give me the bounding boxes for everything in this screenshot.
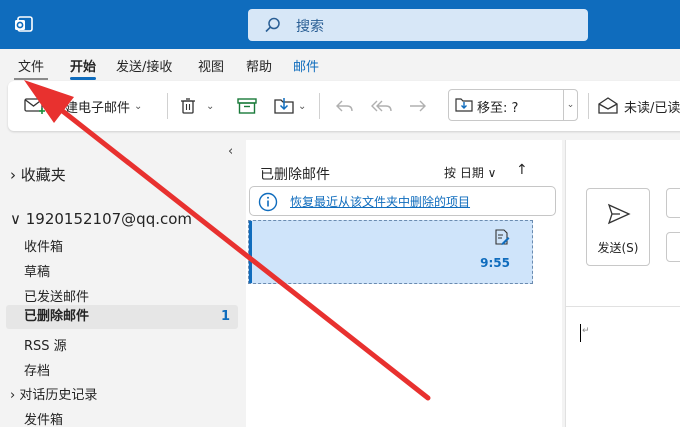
search-box[interactable]: 搜索 — [248, 9, 588, 41]
ribbon-divider — [167, 93, 168, 119]
list-title: 已删除邮件 — [260, 167, 330, 183]
sort-by-date-button[interactable]: 按 日期 ∨ — [444, 164, 496, 181]
list-item[interactable]: 9:55 — [248, 220, 533, 284]
favorites-header[interactable]: › 收藏夹 — [10, 164, 66, 185]
reply-icon — [336, 100, 353, 112]
compose-divider — [566, 306, 680, 307]
move-to-folder-icon — [455, 98, 473, 112]
new-mail-icon — [24, 98, 45, 114]
archive-icon — [237, 98, 257, 114]
move-to-dropdown[interactable]: 移至: ? ⌄ — [448, 89, 578, 121]
ribbon-divider — [588, 93, 589, 119]
message-time: 9:55 — [480, 256, 510, 270]
send-icon — [607, 203, 631, 225]
forward-button[interactable] — [408, 81, 428, 131]
new-mail-label: 新建电子邮件 — [52, 100, 131, 116]
account-label: 1920152107@qq.com — [25, 210, 193, 228]
reply-all-button[interactable] — [370, 81, 392, 131]
chevron-down-icon[interactable]: ⌄ — [298, 101, 306, 112]
move-to-label: 移至: ? — [477, 101, 519, 116]
folder-drafts[interactable]: 草稿 — [24, 261, 50, 280]
favorites-label: 收藏夹 — [20, 166, 66, 184]
unread-count-badge: 1 — [220, 309, 230, 324]
folder-outbox[interactable]: 发件箱 — [24, 409, 63, 427]
cc-button[interactable] — [666, 232, 680, 262]
paragraph-mark-icon: ↵ — [582, 326, 590, 336]
move-folder-icon — [274, 98, 294, 114]
recover-items-link[interactable]: 恢复最近从该文件夹中删除的项目 — [290, 193, 470, 210]
new-mail-button[interactable]: 新建电子邮件 ⌄ — [24, 81, 142, 131]
menu-file[interactable]: 文件 — [13, 56, 49, 80]
unread-read-label: 未读/已读 — [624, 100, 680, 116]
message-list: 已删除邮件 按 日期 ∨ ↑ 恢复最近从该文件夹中删除的项目 9:55 — [246, 140, 562, 427]
archive-button[interactable] — [237, 81, 257, 131]
chevron-down-icon[interactable]: ⌄ — [563, 90, 577, 120]
draft-edit-icon — [495, 229, 510, 245]
chevron-down-icon[interactable]: ⌄ — [206, 101, 214, 112]
reply-button[interactable] — [334, 81, 354, 131]
menu-mail[interactable]: 邮件 — [293, 56, 319, 75]
collapse-pane-icon[interactable]: ‹ — [228, 144, 233, 159]
selection-indicator — [249, 221, 252, 283]
ribbon-divider — [319, 93, 320, 119]
menu-view[interactable]: 视图 — [198, 56, 224, 75]
send-label: 发送(S) — [597, 241, 639, 255]
reply-all-icon — [371, 100, 392, 112]
outlook-logo-icon — [15, 16, 33, 32]
search-input[interactable]: 搜索 — [296, 16, 324, 36]
recover-banner: 恢复最近从该文件夹中删除的项目 — [249, 186, 556, 216]
folder-inbox[interactable]: 收件箱 — [24, 236, 63, 255]
move-button[interactable]: ⌄ — [274, 81, 306, 131]
folder-conversation-history[interactable]: › 对话历史记录 — [10, 384, 97, 403]
compose-pane: 发送(S) ↵ — [565, 140, 680, 427]
send-button[interactable]: 发送(S) — [586, 188, 650, 266]
title-bar: 搜索 — [0, 0, 680, 49]
folder-pane: ‹ › 收藏夹 ∨ 1920152107@qq.com 收件箱 草稿 已发送邮件… — [0, 140, 244, 427]
folder-rss[interactable]: RSS 源 — [24, 335, 67, 354]
folder-conversation-history-label: 对话历史记录 — [19, 388, 98, 403]
sort-direction-icon[interactable]: ↑ — [516, 162, 528, 178]
info-icon — [258, 192, 278, 212]
folder-archive[interactable]: 存档 — [24, 360, 50, 379]
menu-bar: 文件 开始 发送/接收 视图 帮助 邮件 — [0, 49, 680, 80]
account-header[interactable]: ∨ 1920152107@qq.com — [10, 210, 192, 228]
folder-deleted[interactable]: 已删除邮件 1 — [6, 305, 238, 329]
folder-sent[interactable]: 已发送邮件 — [24, 286, 89, 305]
forward-icon — [410, 100, 426, 112]
trash-icon — [181, 98, 195, 114]
ribbon-toolbar: 新建电子邮件 ⌄ ⌄ ⌄ 移至: ? ⌄ 未读/已读 — [8, 81, 680, 131]
envelope-open-icon — [598, 97, 618, 114]
to-button[interactable] — [666, 188, 680, 218]
chevron-down-icon[interactable]: ⌄ — [134, 101, 142, 112]
delete-button[interactable]: ⌄ — [180, 81, 214, 131]
search-icon — [265, 17, 280, 33]
unread-read-button[interactable]: 未读/已读 — [598, 81, 680, 131]
menu-send-receive[interactable]: 发送/接收 — [116, 56, 172, 75]
text-cursor[interactable] — [580, 324, 581, 342]
menu-help[interactable]: 帮助 — [246, 56, 272, 75]
folder-deleted-label: 已删除邮件 — [24, 309, 90, 324]
menu-home[interactable]: 开始 — [70, 56, 97, 80]
